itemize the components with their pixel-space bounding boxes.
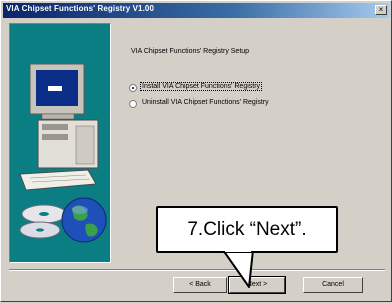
setup-heading: VIA Chipset Functions' Registry Setup [131, 48, 250, 55]
setup-dialog: VIA Chipset Functions' Registry V1.00 × [0, 0, 392, 302]
setup-graphic-panel [9, 23, 111, 263]
keyboard-icon [19, 169, 97, 191]
next-button[interactable]: Next > [228, 276, 286, 294]
install-radio[interactable] [129, 84, 137, 92]
cancel-button[interactable]: Cancel [303, 277, 363, 293]
button-separator [9, 269, 385, 271]
callout-text: 7.Click “Next”. [187, 218, 307, 240]
install-option-label[interactable]: Install VIA Chipset Functions' Registry [139, 82, 263, 91]
globe-icon [61, 197, 107, 243]
instruction-callout: 7.Click “Next”. [156, 206, 338, 253]
uninstall-radio[interactable] [129, 100, 137, 108]
window-title: VIA Chipset Functions' Registry V1.00 [6, 4, 155, 13]
uninstall-option-label[interactable]: Uninstall VIA Chipset Functions' Registr… [141, 99, 270, 106]
title-bar[interactable]: VIA Chipset Functions' Registry V1.00 × [3, 3, 389, 18]
back-button[interactable]: < Back [173, 277, 227, 293]
computer-illustration [19, 63, 107, 243]
monitor-icon [29, 63, 85, 120]
cd-disc-icon [19, 204, 67, 239]
close-button[interactable]: × [375, 5, 387, 15]
computer-case-icon [37, 119, 99, 169]
